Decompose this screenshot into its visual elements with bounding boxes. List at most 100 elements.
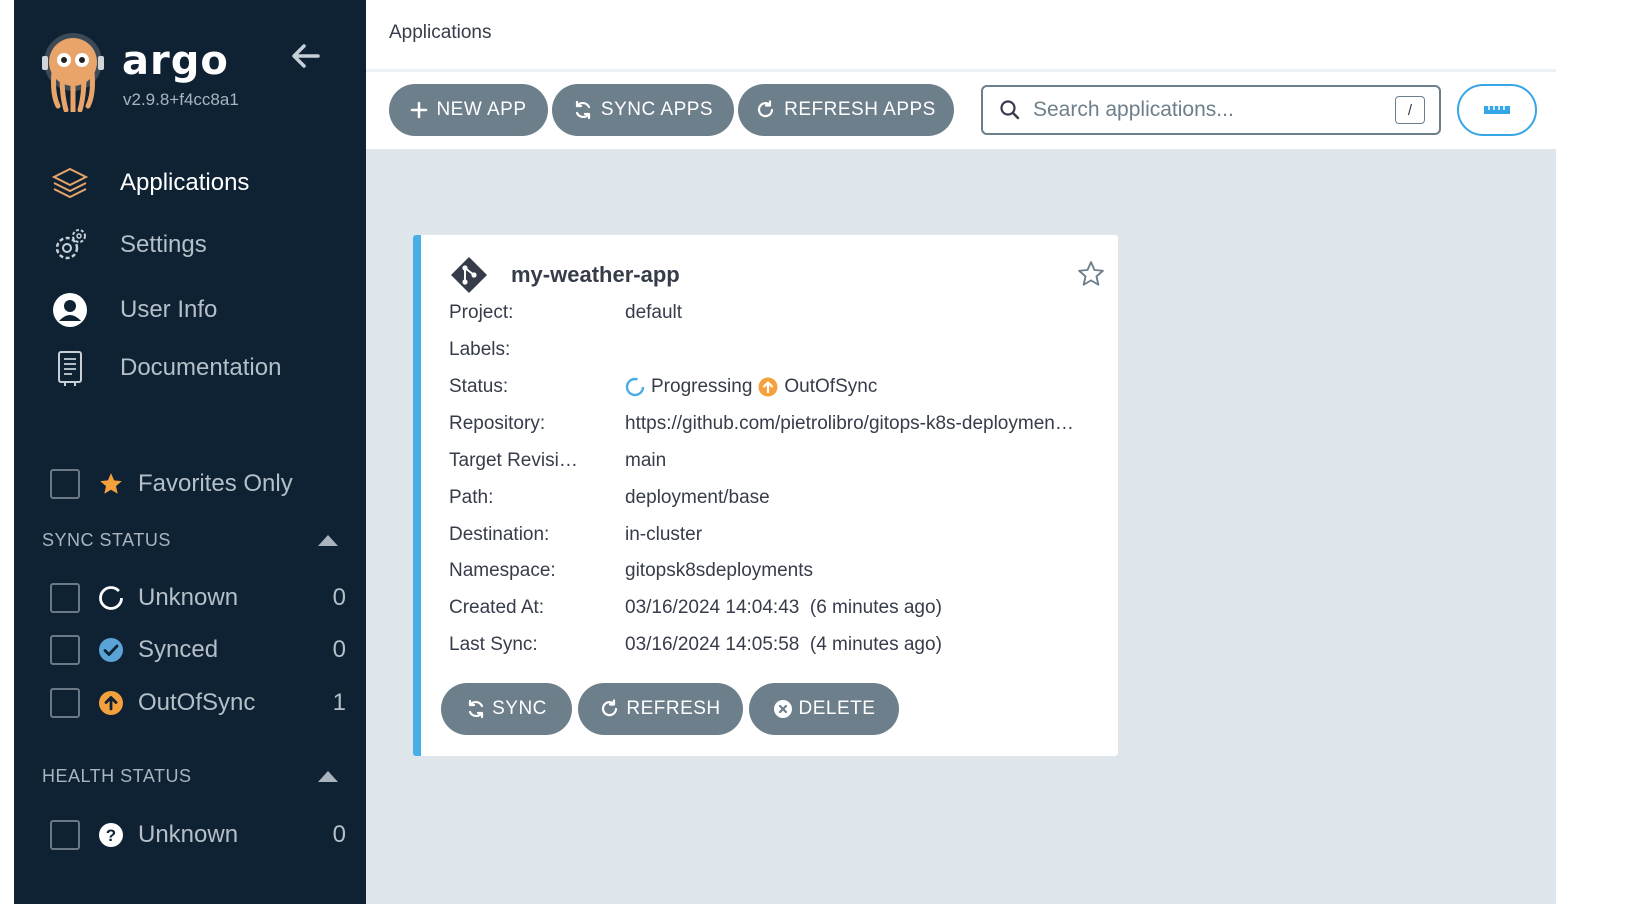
caret-up-icon bbox=[318, 535, 338, 546]
sync-unknown-checkbox[interactable] bbox=[50, 583, 80, 613]
field-label: Namespace: bbox=[449, 560, 556, 581]
sync-status-header[interactable]: SYNC STATUS bbox=[42, 530, 338, 551]
health-unknown-checkbox[interactable] bbox=[50, 820, 80, 850]
sync-filter-count: 1 bbox=[332, 689, 346, 716]
sync-filter-count: 0 bbox=[332, 584, 346, 611]
top-bar: Applications bbox=[366, 0, 1556, 72]
sync-filter-count: 0 bbox=[332, 636, 346, 663]
sync-filter-label: Synced bbox=[138, 636, 219, 663]
sync-outofsync-checkbox[interactable] bbox=[50, 688, 80, 718]
health-status-header[interactable]: HEALTH STATUS bbox=[42, 766, 338, 787]
delete-label: DELETE bbox=[798, 698, 876, 719]
sync-filter-label: Unknown bbox=[138, 584, 239, 611]
plus-icon bbox=[410, 101, 428, 119]
field-label: Labels: bbox=[449, 339, 511, 360]
nav-item-applications[interactable]: Applications bbox=[50, 160, 249, 206]
app-name[interactable]: my-weather-app bbox=[511, 262, 680, 288]
field-project: Project: default bbox=[449, 300, 1107, 326]
arrow-left-icon bbox=[292, 44, 320, 68]
arrow-up-circle-icon bbox=[98, 690, 124, 716]
health-status-title: HEALTH STATUS bbox=[42, 766, 192, 786]
sync-label: SYNC bbox=[492, 698, 547, 719]
search-icon bbox=[1000, 100, 1020, 120]
search-input[interactable] bbox=[1033, 98, 1373, 122]
sync-button[interactable]: SYNC bbox=[441, 683, 572, 735]
field-value: deployment/base bbox=[625, 487, 770, 508]
nav-label: Applications bbox=[120, 169, 250, 196]
field-created-at: Created At: 03/16/2024 14:04:43 (6 minut… bbox=[449, 595, 1107, 621]
field-value: in-cluster bbox=[625, 524, 703, 545]
health-filter-count: 0 bbox=[332, 821, 346, 848]
svg-text:?: ? bbox=[106, 826, 116, 845]
sync-filter-outofsync: OutOfSync 1 bbox=[50, 685, 346, 721]
book-icon bbox=[50, 348, 90, 388]
arrow-up-circle-icon bbox=[758, 377, 778, 397]
refresh-button[interactable]: REFRESH bbox=[578, 683, 743, 735]
nav-item-user-info[interactable]: User Info bbox=[50, 287, 217, 333]
favorite-star-icon[interactable] bbox=[1076, 259, 1106, 289]
nav-label: User Info bbox=[120, 296, 218, 323]
field-target-revision: Target Revisi… main bbox=[449, 448, 1107, 474]
field-value: Progressing OutOfSync bbox=[625, 376, 1107, 398]
health-status-text: Progressing bbox=[651, 376, 753, 397]
field-label: Path: bbox=[449, 487, 494, 508]
sync-status-title: SYNC STATUS bbox=[42, 530, 171, 550]
sync-status-text: OutOfSync bbox=[784, 376, 878, 397]
app-card[interactable]: my-weather-app Project: default Labels: … bbox=[413, 235, 1118, 756]
field-label: Last Sync: bbox=[449, 634, 538, 655]
circle-notch-icon bbox=[98, 585, 124, 611]
new-app-button[interactable]: NEW APP bbox=[389, 84, 548, 136]
health-filter-unknown: ? Unknown 0 bbox=[50, 817, 346, 853]
health-filter-label: Unknown bbox=[138, 821, 239, 848]
sync-synced-checkbox[interactable] bbox=[50, 635, 80, 665]
toolbar: NEW APP SYNC APPS REFRESH APPS / bbox=[366, 75, 1556, 149]
favorites-checkbox[interactable] bbox=[50, 469, 80, 499]
field-status: Status: Progressing OutOfSync bbox=[449, 374, 1107, 400]
question-circle-icon: ? bbox=[98, 822, 124, 848]
tiles-view-icon bbox=[1484, 106, 1510, 114]
nav-label: Documentation bbox=[120, 354, 282, 381]
sync-icon bbox=[573, 100, 593, 120]
refresh-label: REFRESH bbox=[626, 698, 721, 719]
delete-button[interactable]: DELETE bbox=[749, 683, 899, 735]
field-label: Project: bbox=[449, 302, 514, 323]
search-shortcut-key: / bbox=[1395, 96, 1425, 124]
field-path: Path: deployment/base bbox=[449, 485, 1107, 511]
field-label: Destination: bbox=[449, 524, 550, 545]
sync-filter-unknown: Unknown 0 bbox=[50, 580, 346, 616]
page-title: Applications bbox=[389, 22, 492, 43]
view-toggle-button[interactable] bbox=[1457, 84, 1537, 136]
field-last-sync: Last Sync: 03/16/2024 14:05:58 (4 minute… bbox=[449, 632, 1107, 658]
gears-icon bbox=[50, 225, 90, 265]
search-box: / bbox=[981, 85, 1441, 135]
field-label: Target Revisi… bbox=[449, 450, 578, 471]
field-namespace: Namespace: gitopsk8sdeployments bbox=[449, 558, 1107, 584]
argo-logo bbox=[42, 32, 104, 115]
field-value: main bbox=[625, 450, 667, 471]
check-circle-icon bbox=[98, 637, 124, 663]
sidebar: argo v2.9.8+f4cc8a1 Applications Setting… bbox=[14, 0, 366, 904]
progressing-icon bbox=[625, 377, 645, 397]
refresh-icon bbox=[600, 699, 620, 719]
field-destination: Destination: in-cluster bbox=[449, 522, 1107, 548]
favorites-only-filter: Favorites Only bbox=[50, 466, 346, 502]
sync-filter-synced: Synced 0 bbox=[50, 632, 346, 668]
refresh-icon bbox=[756, 100, 776, 120]
caret-up-icon bbox=[318, 771, 338, 782]
sync-filter-label: OutOfSync bbox=[138, 689, 256, 716]
sync-apps-button[interactable]: SYNC APPS bbox=[552, 84, 734, 136]
refresh-apps-button[interactable]: REFRESH APPS bbox=[738, 84, 954, 136]
field-value: 03/16/2024 14:05:58 (4 minutes ago) bbox=[625, 634, 942, 655]
field-value: https://github.com/pietrolibro/gitops-k8… bbox=[625, 413, 1074, 434]
collapse-sidebar-button[interactable] bbox=[288, 38, 324, 74]
star-icon bbox=[98, 471, 124, 497]
sync-icon bbox=[466, 699, 486, 719]
brand-name: argo bbox=[122, 38, 229, 84]
field-value: default bbox=[625, 302, 683, 323]
refresh-apps-label: REFRESH APPS bbox=[784, 99, 936, 120]
sync-apps-label: SYNC APPS bbox=[600, 99, 714, 120]
version-label: v2.9.8+f4cc8a1 bbox=[123, 90, 239, 109]
favorites-label: Favorites Only bbox=[138, 470, 293, 497]
nav-item-settings[interactable]: Settings bbox=[50, 222, 207, 268]
nav-item-documentation[interactable]: Documentation bbox=[50, 345, 281, 391]
